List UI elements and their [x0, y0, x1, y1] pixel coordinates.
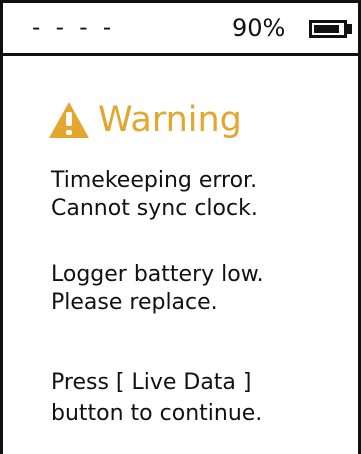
timekeeping-error-line-2: Cannot sync clock. [51, 196, 258, 221]
warning-heading: Warning [98, 100, 242, 140]
continue-instruction-line-1: Press [ Live Data ] [51, 370, 252, 395]
battery-terminal [347, 24, 352, 34]
timekeeping-error-line-1: Timekeeping error. [51, 168, 258, 193]
battery-level-fill [314, 25, 340, 33]
continue-instruction-line-2: button to continue. [51, 401, 263, 426]
status-bar: - - - - 90% [3, 3, 358, 56]
device-screen: - - - - 90% Warning Timekeeping error. C… [0, 0, 361, 454]
battery-low-line-2: Please replace. [51, 290, 218, 315]
battery-percentage: 90% [232, 14, 286, 42]
battery-icon [309, 20, 347, 38]
warning-title: Warning [48, 97, 242, 143]
warning-triangle-icon [49, 102, 89, 138]
battery-low-line-1: Logger battery low. [51, 262, 264, 287]
status-indicator: - - - - [32, 15, 116, 41]
